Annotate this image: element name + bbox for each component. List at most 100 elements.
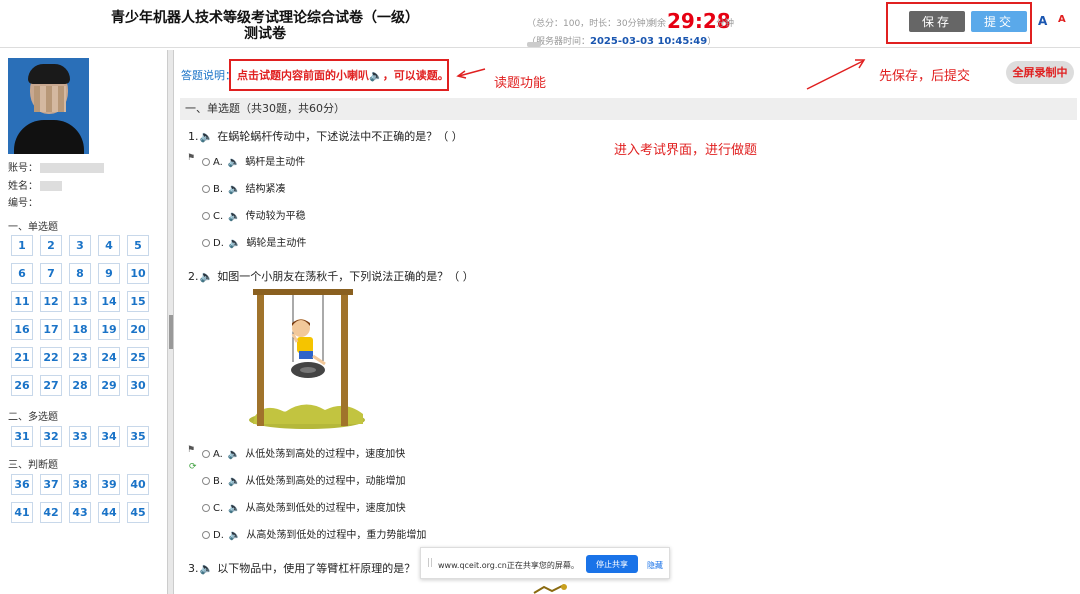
speaker-icon[interactable]: 🔈 xyxy=(200,270,214,283)
speaker-icon[interactable]: 🔈 xyxy=(228,157,240,168)
question-nav-29[interactable]: 29 xyxy=(98,375,120,396)
question-nav-45[interactable]: 45 xyxy=(127,502,149,523)
splitter-handle[interactable] xyxy=(169,315,173,349)
radio-button[interactable] xyxy=(202,212,210,220)
question-nav-43[interactable]: 43 xyxy=(69,502,91,523)
name-blurred xyxy=(40,181,62,191)
account-blurred xyxy=(40,163,104,173)
question-nav-33[interactable]: 33 xyxy=(69,426,91,447)
question-nav-26[interactable]: 26 xyxy=(11,375,33,396)
question-nav-10[interactable]: 10 xyxy=(127,263,149,284)
option-2b[interactable]: B. 🔈 从低处荡到高处的过程中，动能增加 xyxy=(202,472,406,487)
speaker-icon: 🔈 xyxy=(369,69,383,82)
photo-blur xyxy=(34,86,66,112)
question-nav-22[interactable]: 22 xyxy=(40,347,62,368)
question-nav-44[interactable]: 44 xyxy=(98,502,120,523)
question-nav-3[interactable]: 3 xyxy=(69,235,91,256)
question-nav-38[interactable]: 38 xyxy=(69,474,91,495)
option-text: 蜗轮是主动件 xyxy=(246,238,307,249)
question-nav-23[interactable]: 23 xyxy=(69,347,91,368)
question-nav-2[interactable]: 2 xyxy=(40,235,62,256)
radio-button[interactable] xyxy=(202,477,210,485)
font-increase-icon[interactable]: A xyxy=(1038,14,1047,28)
drag-handle[interactable]: || xyxy=(427,558,433,568)
exam-info: （总分：100，时长：30分钟） xyxy=(527,19,655,29)
question-nav-8[interactable]: 8 xyxy=(69,263,91,284)
option-1b[interactable]: B. 🔈 结构紧凑 xyxy=(202,180,286,195)
question-nav-15[interactable]: 15 xyxy=(127,291,149,312)
question-nav-14[interactable]: 14 xyxy=(98,291,120,312)
question-nav-4[interactable]: 4 xyxy=(98,235,120,256)
radio-button[interactable] xyxy=(202,450,210,458)
refresh-icon[interactable]: ⟳ xyxy=(189,462,197,472)
option-2d[interactable]: D. 🔈 从高处荡到低处的过程中，重力势能增加 xyxy=(202,526,426,541)
question-nav-31[interactable]: 31 xyxy=(11,426,33,447)
question-nav-9[interactable]: 9 xyxy=(98,263,120,284)
question-nav-6[interactable]: 6 xyxy=(11,263,33,284)
option-1d[interactable]: D. 🔈 蜗轮是主动件 xyxy=(202,234,306,249)
question-3-image-partial xyxy=(533,584,567,594)
option-1a[interactable]: A. 🔈 蜗杆是主动件 xyxy=(202,153,305,168)
speaker-icon[interactable]: 🔈 xyxy=(229,530,241,541)
speaker-icon[interactable]: 🔈 xyxy=(200,130,214,143)
question-number: 2. xyxy=(188,270,199,283)
speaker-icon[interactable]: 🔈 xyxy=(228,503,240,514)
flag-icon[interactable]: ⚑ xyxy=(187,153,195,163)
instructions-text-b: ，可以读题。 xyxy=(382,69,449,82)
save-button[interactable]: 保存 xyxy=(909,11,965,32)
question-nav-36[interactable]: 36 xyxy=(11,474,33,495)
font-decrease-icon[interactable]: A xyxy=(1058,14,1066,25)
question-nav-28[interactable]: 28 xyxy=(69,375,91,396)
question-nav-41[interactable]: 41 xyxy=(11,502,33,523)
question-nav-18[interactable]: 18 xyxy=(69,319,91,340)
submit-button[interactable]: 提交 xyxy=(971,11,1027,32)
option-text: 从高处荡到低处的过程中，重力势能增加 xyxy=(246,530,427,541)
flag-icon[interactable]: ⚑ xyxy=(187,445,195,455)
speaker-icon[interactable]: 🔈 xyxy=(229,238,241,249)
radio-button[interactable] xyxy=(202,158,210,166)
question-nav-12[interactable]: 12 xyxy=(40,291,62,312)
exam-title-line1: 青少年机器人技术等级考试理论综合试卷（一级） xyxy=(111,10,419,26)
question-nav-42[interactable]: 42 xyxy=(40,502,62,523)
question-nav-39[interactable]: 39 xyxy=(98,474,120,495)
question-nav-30[interactable]: 30 xyxy=(127,375,149,396)
id-label: 编号： xyxy=(8,198,38,209)
question-nav-5[interactable]: 5 xyxy=(127,235,149,256)
question-nav-34[interactable]: 34 xyxy=(98,426,120,447)
question-nav-27[interactable]: 27 xyxy=(40,375,62,396)
option-1c[interactable]: C. 🔈 传动较为平稳 xyxy=(202,207,306,222)
speaker-icon[interactable]: 🔈 xyxy=(228,449,240,460)
question-nav-1[interactable]: 1 xyxy=(11,235,33,256)
question-nav-32[interactable]: 32 xyxy=(40,426,62,447)
question-nav-24[interactable]: 24 xyxy=(98,347,120,368)
radio-button[interactable] xyxy=(202,185,210,193)
question-nav-40[interactable]: 40 xyxy=(127,474,149,495)
radio-button[interactable] xyxy=(202,504,210,512)
account-label: 账号： xyxy=(8,163,38,174)
speaker-icon[interactable]: 🔈 xyxy=(200,562,214,575)
speaker-icon[interactable]: 🔈 xyxy=(228,211,240,222)
question-nav-21[interactable]: 21 xyxy=(11,347,33,368)
photo-body xyxy=(14,120,84,154)
question-nav-20[interactable]: 20 xyxy=(127,319,149,340)
radio-button[interactable] xyxy=(202,239,210,247)
radio-button[interactable] xyxy=(202,531,210,539)
question-nav-16[interactable]: 16 xyxy=(11,319,33,340)
question-nav-13[interactable]: 13 xyxy=(69,291,91,312)
server-time-line: （服务器时间：2025-03-03 10:45:49） xyxy=(527,34,716,47)
question-nav-25[interactable]: 25 xyxy=(127,347,149,368)
question-nav-37[interactable]: 37 xyxy=(40,474,62,495)
option-letter: D. xyxy=(213,530,224,541)
hide-link[interactable]: 隐藏 xyxy=(647,560,663,571)
question-nav-11[interactable]: 11 xyxy=(11,291,33,312)
option-2c[interactable]: C. 🔈 从高处荡到低处的过程中，速度加快 xyxy=(202,499,406,514)
question-nav-19[interactable]: 19 xyxy=(98,319,120,340)
stop-sharing-button[interactable]: 停止共享 xyxy=(586,555,638,573)
speaker-icon[interactable]: 🔈 xyxy=(228,476,240,487)
speaker-icon[interactable]: 🔈 xyxy=(228,184,240,195)
question-nav-35[interactable]: 35 xyxy=(127,426,149,447)
option-2a[interactable]: A. 🔈 从低处荡到高处的过程中，速度加快 xyxy=(202,445,405,460)
question-nav-17[interactable]: 17 xyxy=(40,319,62,340)
question-nav-7[interactable]: 7 xyxy=(40,263,62,284)
sidebar: 账号： 姓名： 编号： 一、单选题 1 2 3 4 5 6 7 8 9 10 11 12 13 14 15 1… xyxy=(0,50,168,594)
